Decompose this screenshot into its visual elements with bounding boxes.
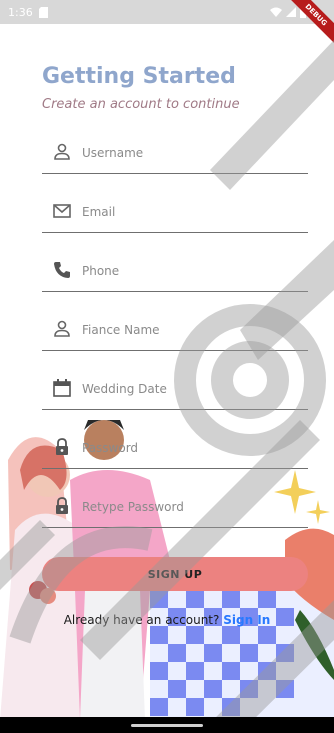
sign-up-button[interactable]: SIGN UP [42, 557, 308, 591]
phone-input[interactable] [80, 258, 304, 284]
status-bar: 1:36 [0, 0, 334, 24]
mail-icon [53, 204, 71, 218]
phone-icon [54, 262, 70, 278]
sign-in-link[interactable]: Sign In [223, 613, 270, 627]
status-time: 1:36 [8, 5, 33, 19]
username-field[interactable] [42, 134, 308, 174]
page-subtitle: Create an account to continue [42, 97, 240, 112]
signal-icon [286, 7, 296, 17]
wedding-date-input[interactable] [80, 376, 304, 402]
status-left: 1:36 [8, 6, 48, 19]
username-input[interactable] [80, 140, 304, 166]
wedding-date-field[interactable] [42, 370, 308, 410]
person-icon [54, 143, 70, 160]
page-title: Getting Started [42, 64, 236, 89]
retype-password-field[interactable] [42, 488, 308, 528]
wifi-icon [270, 7, 282, 17]
email-field[interactable] [42, 193, 308, 233]
password-input[interactable] [80, 435, 304, 461]
calendar-icon [53, 379, 71, 397]
sd-card-icon [38, 6, 48, 18]
lock-icon [56, 438, 68, 455]
sign-in-row: Already have an account? Sign In [0, 613, 334, 627]
lock-icon [56, 497, 68, 514]
fiance-name-field[interactable] [42, 311, 308, 351]
phone-field[interactable] [42, 252, 308, 292]
email-input[interactable] [80, 199, 304, 225]
sign-in-prompt: Already have an account? [63, 613, 220, 627]
retype-password-input[interactable] [80, 494, 304, 520]
checkered-floor [150, 590, 334, 720]
password-field[interactable] [42, 429, 308, 469]
person-icon [54, 320, 70, 337]
home-gesture-handle[interactable] [131, 724, 203, 727]
system-nav-bar [0, 717, 334, 733]
fiance-name-input[interactable] [80, 317, 304, 343]
